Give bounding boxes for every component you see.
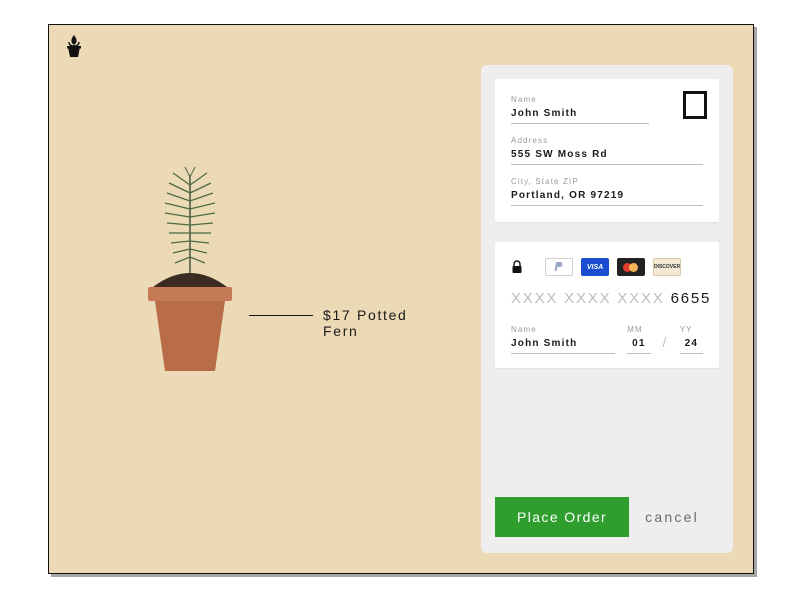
label-connector-line (249, 315, 313, 316)
checkout-panel: Name Address City, State ZIP (481, 65, 733, 553)
potted-fern-illustration (115, 155, 265, 405)
shipping-city-label: City, State ZIP (511, 177, 703, 186)
shipping-name-input[interactable] (511, 106, 649, 124)
place-order-button[interactable]: Place Order (495, 497, 629, 537)
product-label: $17 Potted Fern (323, 307, 439, 339)
cardholder-name-label: Name (511, 325, 615, 334)
brand-logo (61, 33, 87, 59)
expiry-yy-label: YY (680, 325, 703, 334)
expiry-yy-input[interactable] (680, 336, 703, 354)
expiry-mm-label: MM (627, 325, 650, 334)
cardholder-name-input[interactable] (511, 336, 615, 354)
payment-method-discover[interactable]: DISCOVER (653, 258, 681, 276)
lock-icon (511, 260, 523, 274)
payment-method-visa[interactable]: VISA (581, 258, 609, 276)
payment-method-paypal[interactable] (545, 258, 573, 276)
cancel-button[interactable]: cancel (645, 509, 699, 525)
shipping-city-input[interactable] (511, 188, 703, 206)
payment-method-mastercard[interactable] (617, 258, 645, 276)
card-number-mask: XXXX XXXX XXXX (511, 290, 665, 307)
shipping-card: Name Address City, State ZIP (495, 79, 719, 222)
stamp-icon (683, 91, 707, 119)
card-number-last4: 6655 (671, 290, 712, 307)
shipping-address-label: Address (511, 136, 703, 145)
checkout-canvas: $17 Potted Fern Name Address City, State… (48, 24, 754, 574)
expiry-mm-input[interactable] (627, 336, 650, 354)
payment-card: VISA DISCOVER XXXX XXXX XXXX 6655 Name M… (495, 242, 719, 368)
shipping-address-input[interactable] (511, 147, 703, 165)
product-preview: $17 Potted Fern (99, 175, 439, 435)
expiry-separator: / (663, 334, 668, 354)
card-number-display[interactable]: XXXX XXXX XXXX 6655 (511, 290, 703, 307)
shipping-name-label: Name (511, 95, 703, 104)
